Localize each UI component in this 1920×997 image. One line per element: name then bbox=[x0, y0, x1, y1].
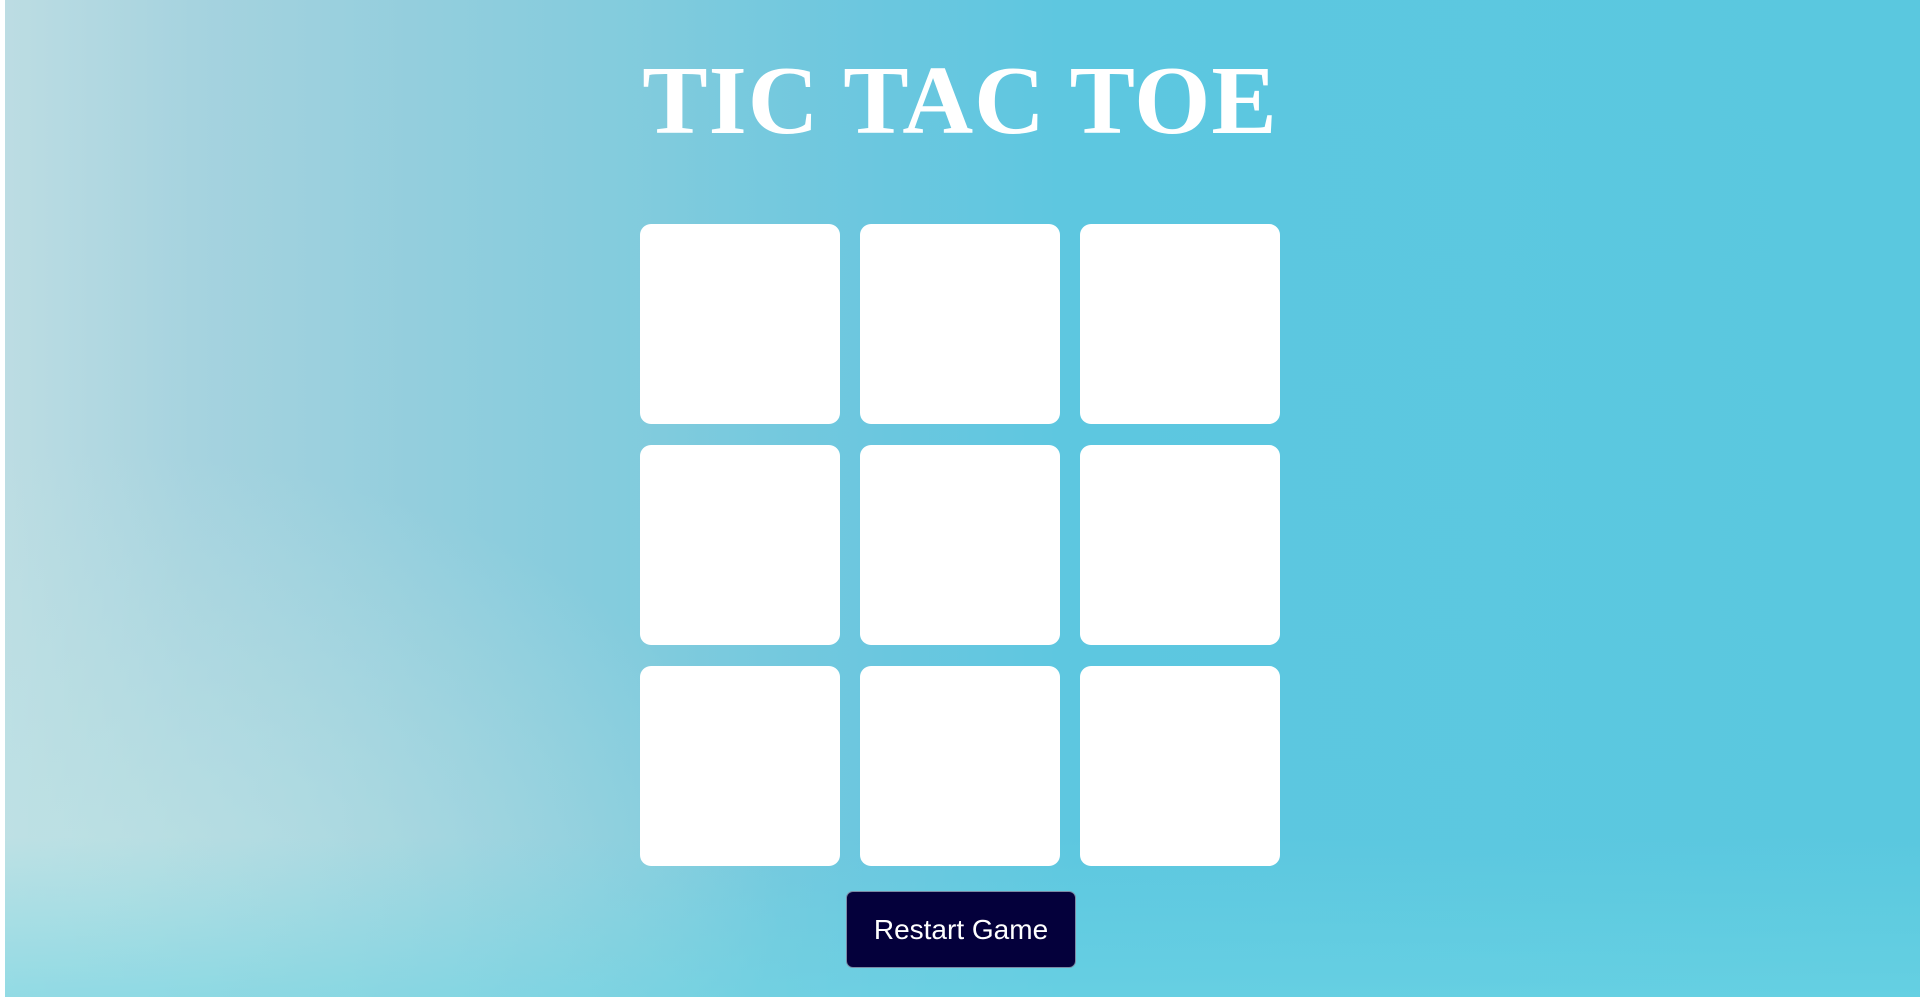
board-cell-6[interactable] bbox=[1080, 445, 1280, 645]
game-board bbox=[640, 224, 1282, 866]
restart-game-button[interactable]: Restart Game bbox=[846, 891, 1076, 968]
board-cell-4[interactable] bbox=[640, 445, 840, 645]
game-title: TIC TAC TOE bbox=[642, 47, 1278, 155]
board-cell-3[interactable] bbox=[1080, 224, 1280, 424]
board-cell-5[interactable] bbox=[860, 445, 1060, 645]
board-cell-8[interactable] bbox=[860, 666, 1060, 866]
board-cell-7[interactable] bbox=[640, 666, 840, 866]
board-cell-9[interactable] bbox=[1080, 666, 1280, 866]
board-cell-2[interactable] bbox=[860, 224, 1060, 424]
board-cell-1[interactable] bbox=[640, 224, 840, 424]
